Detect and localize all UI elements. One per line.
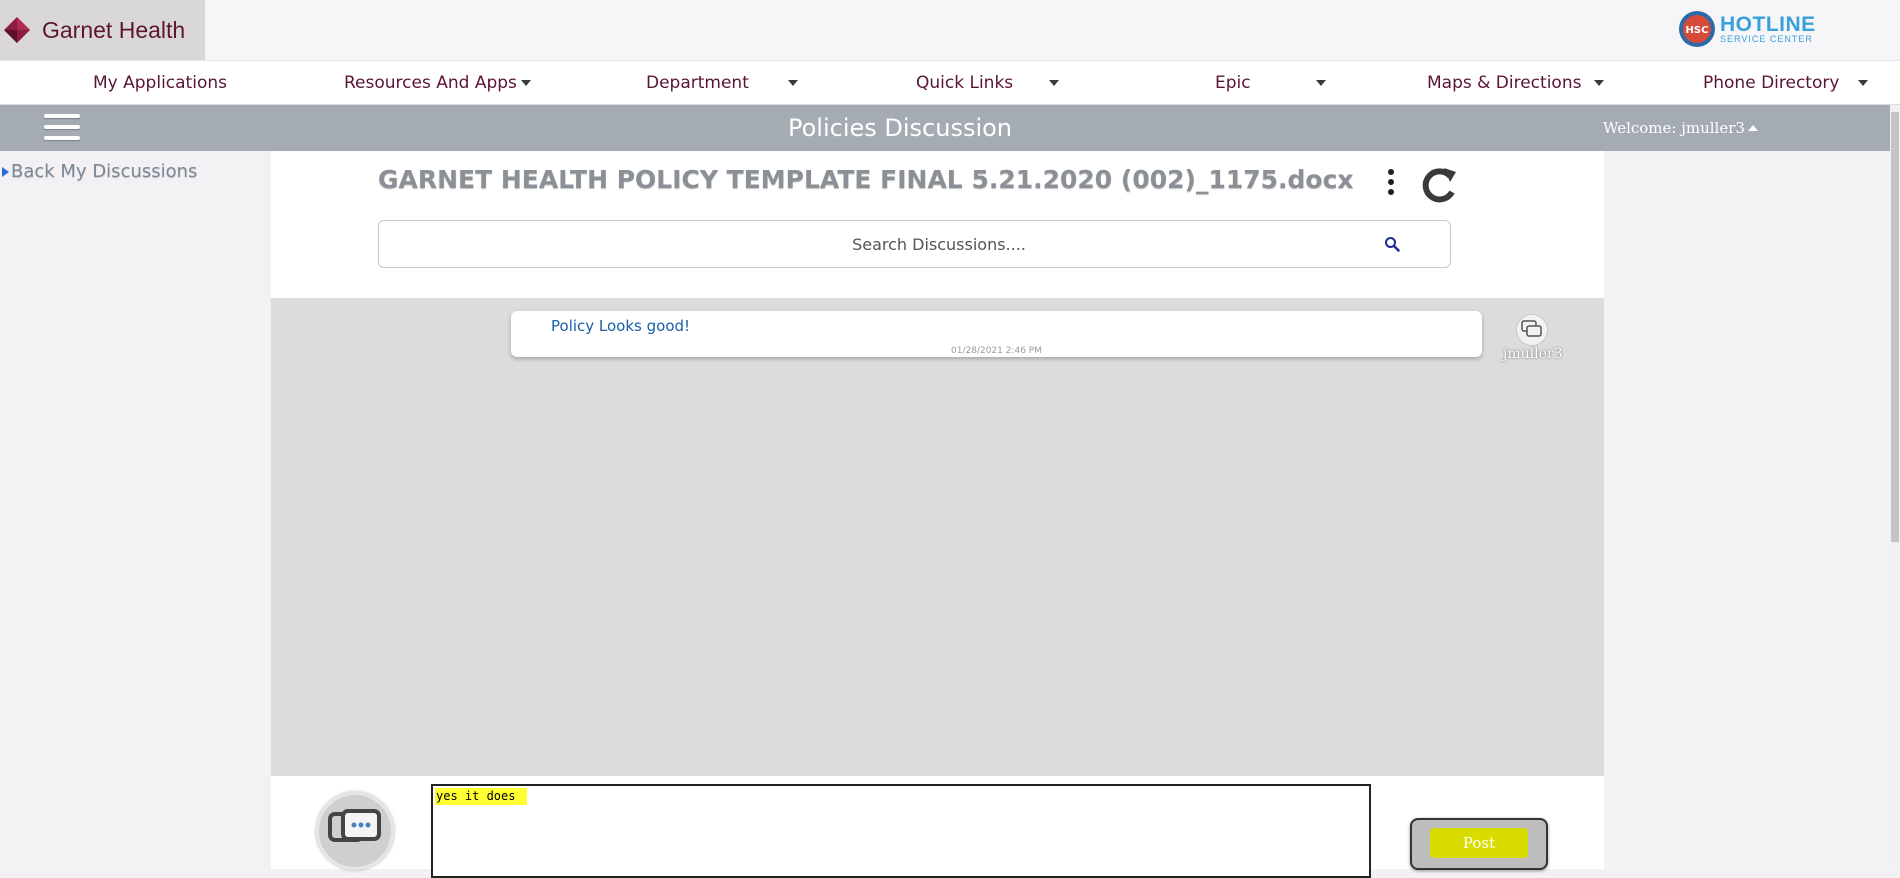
post-button-label: Post bbox=[1430, 828, 1528, 858]
garnet-diamond-icon bbox=[4, 17, 30, 43]
chevron-down-icon bbox=[787, 79, 798, 86]
nav-label: Quick Links bbox=[916, 72, 1014, 93]
nav-label: Maps & Directions bbox=[1427, 72, 1582, 93]
chevron-down-icon bbox=[1594, 79, 1605, 86]
chat-bubbles-icon bbox=[328, 809, 381, 842]
chat-bubbles-icon bbox=[1521, 320, 1542, 337]
search-bar bbox=[378, 220, 1451, 268]
nav-label: Department bbox=[646, 72, 749, 93]
post-button[interactable]: Post bbox=[1410, 818, 1548, 870]
message-thread: Policy Looks good! 01/28/2021 2:46 PM jm… bbox=[271, 298, 1604, 776]
right-pane bbox=[1604, 151, 1890, 869]
scrollbar-thumb[interactable] bbox=[1891, 112, 1899, 542]
chevron-down-icon bbox=[1858, 79, 1869, 86]
current-user-avatar bbox=[316, 792, 394, 870]
nav-label: Phone Directory bbox=[1703, 72, 1840, 93]
nav-label: My Applications bbox=[93, 72, 227, 93]
hsc-badge-text: HSC bbox=[1686, 25, 1709, 36]
message-input[interactable]: yes it does bbox=[431, 784, 1371, 878]
back-my-discussions-link[interactable]: Back My Discussions bbox=[2, 161, 197, 182]
chevron-up-icon bbox=[1747, 125, 1758, 131]
more-options-icon[interactable] bbox=[1387, 169, 1395, 201]
nav-quick-links[interactable]: Quick Links bbox=[916, 61, 1060, 104]
top-bar: Garnet Health HSC HOTLINE SERVICE CENTER bbox=[0, 0, 1900, 61]
user-menu[interactable]: Welcome: jmuller3 bbox=[1603, 119, 1758, 137]
hotline-title: HOTLINE bbox=[1720, 13, 1816, 36]
nav-department[interactable]: Department bbox=[646, 61, 798, 104]
nav-label: Epic bbox=[1215, 72, 1251, 93]
page-title: Policies Discussion bbox=[787, 114, 1013, 142]
compose-area: yes it does Post bbox=[271, 776, 1604, 878]
nav-phone-directory[interactable]: Phone Directory bbox=[1703, 61, 1869, 104]
message-timestamp: 01/28/2021 2:46 PM bbox=[951, 346, 1042, 356]
nav-label: Resources And Apps bbox=[344, 72, 517, 93]
chevron-down-icon bbox=[1049, 79, 1060, 86]
hotline-subtitle: SERVICE CENTER bbox=[1720, 34, 1813, 44]
brand-logo[interactable]: Garnet Health bbox=[0, 0, 205, 60]
nav-my-applications[interactable]: My Applications bbox=[93, 61, 227, 104]
back-link-label: Back My Discussions bbox=[11, 161, 198, 182]
refresh-icon[interactable] bbox=[1416, 164, 1460, 208]
hotline-service-center-link[interactable]: HSC HOTLINE SERVICE CENTER bbox=[1678, 10, 1816, 48]
nav-epic[interactable]: Epic bbox=[1215, 61, 1326, 104]
message-input-value: yes it does bbox=[435, 788, 528, 805]
hsc-badge-icon: HSC bbox=[1679, 11, 1715, 47]
chevron-down-icon bbox=[520, 79, 531, 86]
nav-maps-directions[interactable]: Maps & Directions bbox=[1427, 61, 1605, 104]
welcome-text: Welcome: jmuller3 bbox=[1603, 119, 1745, 137]
brand-name: Garnet Health bbox=[42, 16, 186, 43]
document-title: GARNET HEALTH POLICY TEMPLATE FINAL 5.21… bbox=[378, 165, 1354, 194]
message-bubble: Policy Looks good! 01/28/2021 2:46 PM bbox=[511, 311, 1482, 357]
page-header: Policies Discussion Welcome: jmuller3 bbox=[0, 105, 1890, 151]
message-text: Policy Looks good! bbox=[551, 317, 691, 335]
left-sidebar: Back My Discussions bbox=[0, 151, 271, 869]
discussion-panel: GARNET HEALTH POLICY TEMPLATE FINAL 5.21… bbox=[271, 151, 1604, 878]
main-nav: My Applications Resources And Apps Depar… bbox=[0, 61, 1900, 105]
user-avatar bbox=[1516, 314, 1548, 346]
arrow-right-icon bbox=[2, 166, 9, 177]
search-input[interactable] bbox=[379, 221, 1441, 267]
message-author: jmuller3 bbox=[1503, 346, 1563, 362]
chevron-down-icon bbox=[1315, 79, 1326, 86]
search-icon[interactable] bbox=[1384, 236, 1400, 252]
nav-resources-and-apps[interactable]: Resources And Apps bbox=[344, 61, 531, 104]
